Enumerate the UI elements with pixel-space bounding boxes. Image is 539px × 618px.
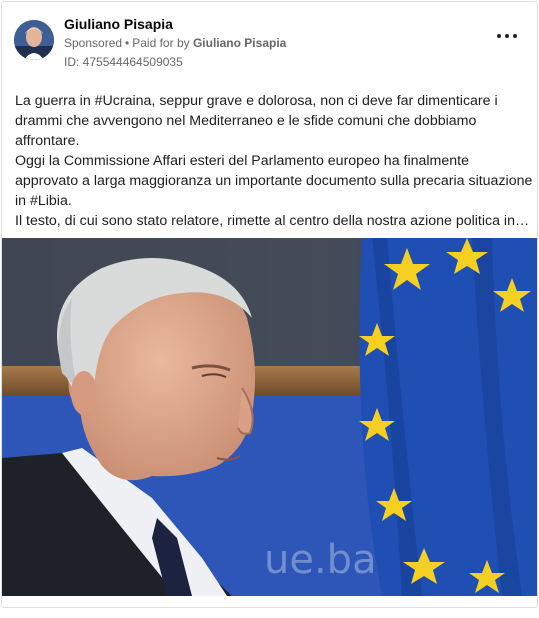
separator-dot: • xyxy=(125,36,130,50)
text-line: drammi che avvengono nel Mediterraneo e … xyxy=(15,113,477,129)
dot-icon xyxy=(513,34,517,38)
avatar[interactable] xyxy=(14,20,54,60)
text-line[interactable]: Il testo, di cui sono stato relatore, ri… xyxy=(15,211,529,231)
sponsored-label: Sponsored xyxy=(64,36,123,50)
text-line: La guerra in #Ucraina, seppur grave e do… xyxy=(15,93,498,109)
ad-card: Giuliano Pisapia Sponsored • Paid for by G… xyxy=(1,1,538,608)
sponsored-line: Sponsored • Paid for by Giuliano Pisapia xyxy=(64,36,286,50)
text-line: Oggi la Commissione Affari esteri del Pa… xyxy=(15,153,469,169)
paid-for-prefix: Paid for by xyxy=(132,36,190,50)
more-options-icon[interactable] xyxy=(497,30,517,42)
dot-icon xyxy=(497,34,501,38)
author-name[interactable]: Giuliano Pisapia xyxy=(64,16,173,32)
paid-for-by-name: Giuliano Pisapia xyxy=(192,36,287,50)
ad-id: ID: 475544464509035 xyxy=(64,55,183,69)
text-line: approvato a larga maggioranza un importa… xyxy=(15,173,533,189)
post-photo[interactable]: ue.ba xyxy=(2,238,537,596)
text-line: in #Libia. xyxy=(15,193,72,209)
dot-icon xyxy=(505,34,509,38)
post-text: La guerra in #Ucraina, seppur grave e do… xyxy=(15,91,533,231)
svg-text:ue.ba: ue.ba xyxy=(264,537,377,583)
post-header: Giuliano Pisapia Sponsored • Paid for by G… xyxy=(2,2,537,82)
text-line: affrontare. xyxy=(15,133,80,149)
